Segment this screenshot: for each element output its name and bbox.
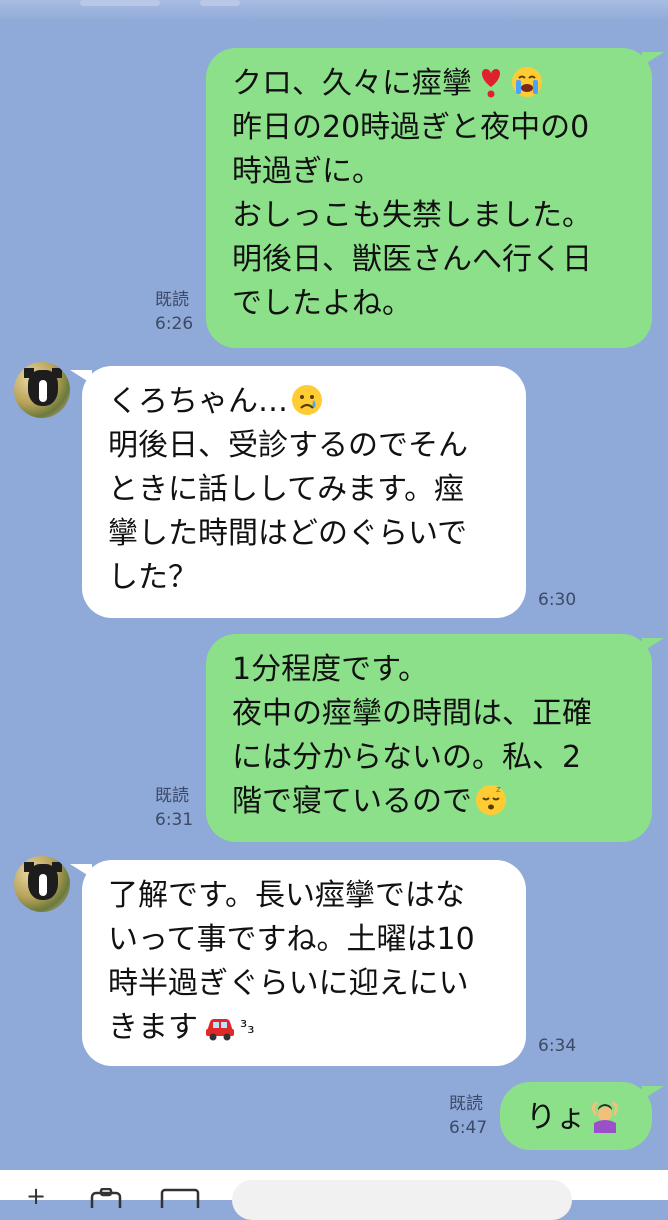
message-input-bar: + bbox=[0, 1170, 668, 1220]
message-text: でしたよね。 bbox=[232, 286, 412, 321]
heart-exclamation-icon bbox=[481, 69, 501, 98]
received-message-bubble[interactable]: 了解です。長い痙攣ではな いって事ですね。土曜は10 時半過ぎぐらいに迎えにい … bbox=[70, 860, 526, 1066]
loudly-crying-face-icon bbox=[512, 67, 542, 97]
message-text: きます bbox=[108, 1010, 198, 1045]
read-receipt: 既読 bbox=[449, 1094, 483, 1114]
message-text: 攣した時間はどのぐらいで bbox=[108, 516, 468, 551]
fragment-bar bbox=[80, 0, 160, 6]
dog-photo bbox=[24, 368, 62, 406]
message-text: 1分程度です。 bbox=[232, 652, 429, 687]
message-text: ときに話ししてみます。痙 bbox=[108, 472, 465, 507]
message-time: 6:34 bbox=[538, 1036, 577, 1056]
message-text: 了解です。長い痙攣ではな bbox=[108, 878, 465, 913]
exhaust-marks: ³₃ bbox=[240, 1017, 255, 1038]
car-icon bbox=[206, 1019, 234, 1041]
message-text: りょ bbox=[526, 1100, 586, 1135]
read-receipt: 既読 bbox=[155, 290, 189, 310]
message-input-field[interactable] bbox=[232, 1180, 572, 1220]
sent-message-bubble[interactable]: りょ bbox=[500, 1082, 664, 1150]
camera-icon[interactable] bbox=[90, 1188, 122, 1208]
sent-message-bubble[interactable]: 1分程度です。 夜中の痙攣の時間は、正確 には分からないの。私、2 階で寝ている… bbox=[206, 634, 664, 842]
message-meta: 6:30 bbox=[538, 588, 576, 612]
message-text: 明後日、獣医さんへ行く日 bbox=[232, 242, 592, 277]
message-text: 階で寝ているので bbox=[232, 784, 472, 819]
message-meta: 既読 6:31 bbox=[155, 784, 193, 832]
message-text: 明後日、受診するのでそん bbox=[108, 428, 468, 463]
message-meta: 6:34 bbox=[538, 1034, 576, 1058]
message-text: いって事ですね。土曜は10 bbox=[108, 922, 475, 957]
person-gesturing-ok-icon bbox=[591, 1101, 619, 1133]
message-text: クロ、久々に痙攣 bbox=[232, 66, 472, 101]
contact-avatar[interactable] bbox=[14, 362, 70, 418]
message-text: には分からないの。私、2 bbox=[232, 740, 582, 775]
dog-photo bbox=[24, 862, 62, 900]
contact-avatar[interactable] bbox=[14, 856, 70, 912]
message-meta: 既読 6:47 bbox=[449, 1092, 487, 1140]
message-text: くろちゃん… bbox=[108, 384, 288, 419]
plus-icon[interactable]: + bbox=[26, 1184, 46, 1208]
received-message-bubble[interactable]: くろちゃん… 明後日、受診するのでそん ときに話ししてみます。痙 攣した時間はど… bbox=[70, 366, 526, 618]
message-text: した？ bbox=[108, 560, 198, 595]
image-icon[interactable] bbox=[160, 1188, 200, 1208]
message-time: 6:31 bbox=[155, 810, 194, 830]
read-receipt: 既読 bbox=[155, 786, 189, 806]
message-text: 昨日の20時過ぎと夜中の0 bbox=[232, 110, 590, 145]
message-meta: 既読 6:26 bbox=[155, 288, 193, 336]
message-text: 時過ぎに。 bbox=[232, 154, 382, 189]
crying-face-icon bbox=[292, 385, 322, 415]
svg-text:z: z bbox=[496, 785, 501, 795]
sleeping-face-icon: z bbox=[476, 785, 506, 815]
message-time: 6:47 bbox=[449, 1118, 488, 1138]
message-time: 6:26 bbox=[155, 314, 194, 334]
message-text: 時半過ぎぐらいに迎えにい bbox=[108, 966, 469, 1001]
previous-message-fragment bbox=[0, 0, 668, 22]
chat-area[interactable]: 既読 6:26 クロ、久々に痙攣 昨日の20時過ぎと夜中の0 時過ぎに。 おしっ… bbox=[0, 0, 668, 1170]
message-text: 夜中の痙攣の時間は、正確 bbox=[232, 696, 592, 731]
message-time: 6:30 bbox=[538, 590, 577, 610]
message-text: おしっこも失禁しました。 bbox=[232, 198, 592, 233]
fragment-bar bbox=[200, 0, 240, 6]
sent-message-bubble[interactable]: クロ、久々に痙攣 昨日の20時過ぎと夜中の0 時過ぎに。 おしっこも失禁しました… bbox=[206, 48, 664, 348]
